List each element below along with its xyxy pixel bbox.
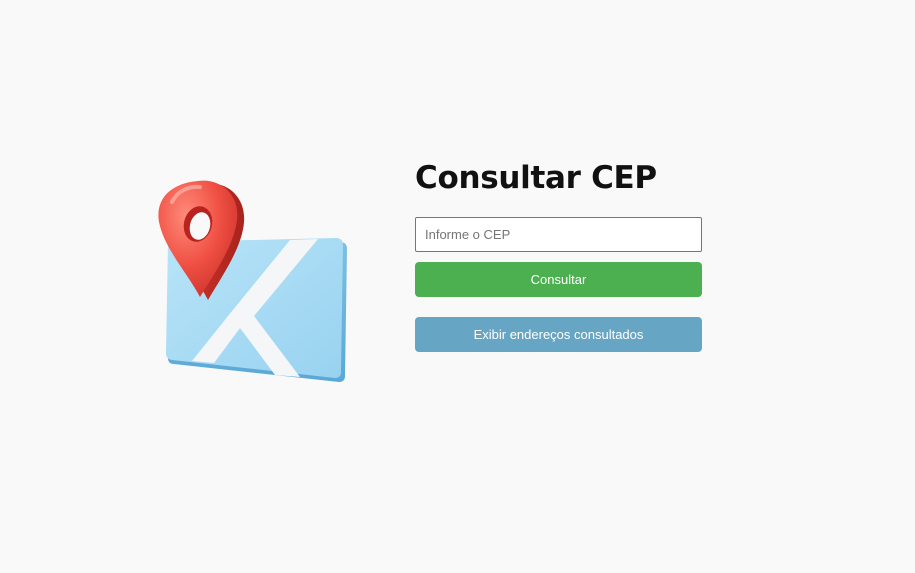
map-pin-icon (158, 180, 347, 382)
cep-form: Consultar CEP Consultar Exibir endereços… (415, 158, 702, 352)
cep-input[interactable] (415, 217, 702, 252)
page: Consultar CEP Consultar Exibir endereços… (0, 0, 915, 573)
consult-button[interactable]: Consultar (415, 262, 702, 297)
show-history-button[interactable]: Exibir endereços consultados (415, 317, 702, 352)
page-title: Consultar CEP (415, 160, 657, 196)
